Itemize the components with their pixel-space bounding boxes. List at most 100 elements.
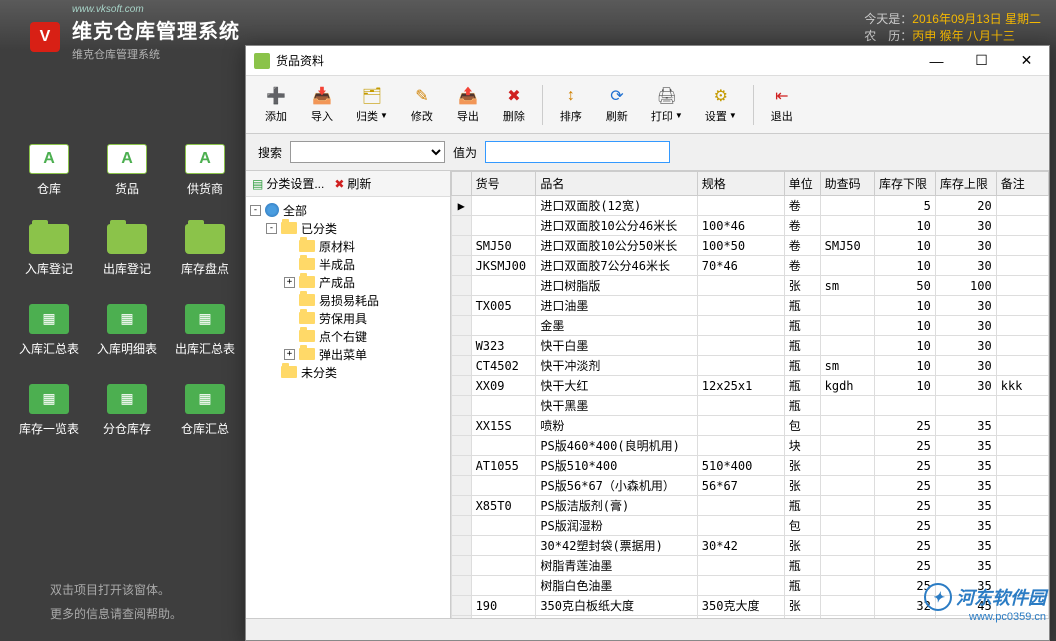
folder-icon bbox=[185, 224, 225, 254]
toolbar-归类-button[interactable]: 🗂归类▼ bbox=[346, 82, 398, 128]
titlebar[interactable]: 货品资料 — ☐ ✕ bbox=[246, 46, 1049, 76]
desktop-icon-入库汇总表[interactable]: 入库汇总表 bbox=[10, 290, 88, 370]
desktop-icon-供货商[interactable]: 供货商 bbox=[166, 130, 244, 210]
folder-icon bbox=[185, 144, 225, 174]
table-row[interactable]: JKSMJ00进口双面胶7公分46米长70*46卷1030 bbox=[452, 256, 1049, 276]
table-row[interactable]: 金墨瓶1030 bbox=[452, 316, 1049, 336]
table-row[interactable]: TX005进口油墨瓶1030 bbox=[452, 296, 1049, 316]
toolbar-修改-button[interactable]: ✎修改 bbox=[400, 82, 444, 128]
data-grid-pane[interactable]: 货号品名规格单位助查码库存下限库存上限备注▶进口双面胶(12宽)卷520进口双面… bbox=[451, 171, 1049, 618]
toolbar-导入-button[interactable]: 📥导入 bbox=[300, 82, 344, 128]
expand-icon[interactable]: + bbox=[284, 349, 295, 360]
table-row[interactable]: 树脂青莲油墨瓶2535 bbox=[452, 556, 1049, 576]
table-row[interactable]: PS版润湿粉包2535 bbox=[452, 516, 1049, 536]
window-title: 货品资料 bbox=[276, 52, 914, 69]
table-row[interactable]: XX15S喷粉包2535 bbox=[452, 416, 1049, 436]
tree-item-点个右键[interactable]: 点个右键 bbox=[246, 327, 450, 345]
folder-icon bbox=[185, 304, 225, 334]
table-row[interactable]: X85T0PS版洁版剂(膏)瓶2535 bbox=[452, 496, 1049, 516]
desktop-icon-出库汇总表[interactable]: 出库汇总表 bbox=[166, 290, 244, 370]
toolbar-刷新-button[interactable]: ⟳刷新 bbox=[595, 82, 639, 128]
删除-icon: ✖ bbox=[504, 86, 524, 106]
退出-icon: ⇤ bbox=[772, 86, 792, 106]
table-row[interactable]: 30*42塑封袋(票据用)30*42张2535 bbox=[452, 536, 1049, 556]
设置-icon: ⚙ bbox=[711, 86, 731, 106]
search-field-select[interactable] bbox=[290, 141, 445, 163]
desktop-icon-库存盘点[interactable]: 库存盘点 bbox=[166, 210, 244, 290]
导出-icon: 📤 bbox=[458, 86, 478, 106]
desktop-icon-库存一览表[interactable]: 库存一览表 bbox=[10, 370, 88, 450]
table-row[interactable]: 进口树脂版张sm50100 bbox=[452, 276, 1049, 296]
search-value-input[interactable] bbox=[485, 141, 670, 163]
tree-item-产成品[interactable]: +产成品 bbox=[246, 273, 450, 291]
tree-item-弹出菜单[interactable]: +弹出菜单 bbox=[246, 345, 450, 363]
goods-grid[interactable]: 货号品名规格单位助查码库存下限库存上限备注▶进口双面胶(12宽)卷520进口双面… bbox=[451, 171, 1049, 618]
desktop-icon-分仓库存[interactable]: 分仓库存 bbox=[88, 370, 166, 450]
folder-icon bbox=[29, 304, 69, 334]
table-row[interactable]: PS版56*67（小森机用）56*67张2535 bbox=[452, 476, 1049, 496]
search-bar: 搜索 值为 bbox=[246, 134, 1049, 170]
desktop-icon-入库明细表[interactable]: 入库明细表 bbox=[88, 290, 166, 370]
table-row[interactable]: SMJ50进口双面胶10公分50米长100*50卷SMJ501030 bbox=[452, 236, 1049, 256]
col-助查码[interactable]: 助查码 bbox=[820, 172, 874, 196]
desktop-icon-货品[interactable]: 货品 bbox=[88, 130, 166, 210]
toolbar-设置-button[interactable]: ⚙设置▼ bbox=[695, 82, 747, 128]
toolbar-退出-button[interactable]: ⇤退出 bbox=[760, 82, 804, 128]
tree-item-易损易耗品[interactable]: 易损易耗品 bbox=[246, 291, 450, 309]
toolbar-删除-button[interactable]: ✖删除 bbox=[492, 82, 536, 128]
folder-icon bbox=[299, 276, 315, 288]
table-row[interactable]: XX09快干大红12x25x1瓶kgdh1030kkk bbox=[452, 376, 1049, 396]
app-logo-icon: V bbox=[30, 22, 60, 52]
desktop-icon-入库登记[interactable]: 入库登记 bbox=[10, 210, 88, 290]
table-row[interactable]: ▶进口双面胶(12宽)卷520 bbox=[452, 196, 1049, 216]
col-规格[interactable]: 规格 bbox=[697, 172, 784, 196]
col-库存上限[interactable]: 库存上限 bbox=[935, 172, 996, 196]
category-settings-button[interactable]: ▤ 分类设置... bbox=[252, 175, 324, 192]
minimize-button[interactable]: — bbox=[914, 47, 959, 75]
table-row[interactable]: 进口双面胶10公分46米长100*46卷1030 bbox=[452, 216, 1049, 236]
col-单位[interactable]: 单位 bbox=[784, 172, 820, 196]
folder-icon bbox=[299, 240, 315, 252]
tree-item-原材料[interactable]: 原材料 bbox=[246, 237, 450, 255]
col-货号[interactable]: 货号 bbox=[471, 172, 536, 196]
tree-uncategorized[interactable]: 未分类 bbox=[246, 363, 450, 381]
value-label: 值为 bbox=[453, 144, 477, 161]
watermark: ✦ 河东软件园 www.pc0359.cn bbox=[924, 583, 1046, 611]
添加-icon: ➕ bbox=[266, 86, 286, 106]
tree-item-半成品[interactable]: 半成品 bbox=[246, 255, 450, 273]
table-row[interactable]: PS版460*400(良明机用)块2535 bbox=[452, 436, 1049, 456]
tree-root[interactable]: -全部 bbox=[246, 201, 450, 219]
table-row[interactable]: 快干黑墨瓶 bbox=[452, 396, 1049, 416]
table-row[interactable]: CT4502快干冲淡剂瓶sm1030 bbox=[452, 356, 1049, 376]
table-row[interactable]: W323快干白墨瓶1030 bbox=[452, 336, 1049, 356]
expand-icon[interactable]: + bbox=[284, 277, 295, 288]
toolbar-导出-button[interactable]: 📤导出 bbox=[446, 82, 490, 128]
col-品名[interactable]: 品名 bbox=[536, 172, 697, 196]
folder-icon bbox=[281, 366, 297, 378]
close-button[interactable]: ✕ bbox=[1004, 47, 1049, 75]
toolbar-添加-button[interactable]: ➕添加 bbox=[254, 82, 298, 128]
toolbar-排序-button[interactable]: ↕排序 bbox=[549, 82, 593, 128]
desktop-icon-出库登记[interactable]: 出库登记 bbox=[88, 210, 166, 290]
打印-icon: 🖨 bbox=[657, 86, 677, 106]
toolbar-打印-button[interactable]: 🖨打印▼ bbox=[641, 82, 693, 128]
search-label: 搜索 bbox=[258, 144, 282, 161]
maximize-button[interactable]: ☐ bbox=[959, 47, 1004, 75]
app-subtitle: 维克仓库管理系统 bbox=[72, 46, 240, 62]
col-备注[interactable]: 备注 bbox=[996, 172, 1048, 196]
vendor-url: www.vksoft.com bbox=[72, 4, 240, 15]
tree-item-劳保用具[interactable]: 劳保用具 bbox=[246, 309, 450, 327]
table-row[interactable]: AT1055PS版510*400510*400张2535 bbox=[452, 456, 1049, 476]
归类-icon: 🗂 bbox=[362, 86, 382, 106]
修改-icon: ✎ bbox=[412, 86, 432, 106]
desktop-icon-仓库汇总[interactable]: 仓库汇总 bbox=[166, 370, 244, 450]
tree-refresh-button[interactable]: ✖ 刷新 bbox=[334, 175, 371, 192]
expand-icon[interactable]: - bbox=[250, 205, 261, 216]
tree-categorized[interactable]: -已分类 bbox=[246, 219, 450, 237]
globe-icon bbox=[265, 203, 279, 217]
folder-icon bbox=[29, 144, 69, 174]
col-库存下限[interactable]: 库存下限 bbox=[874, 172, 935, 196]
expand-icon[interactable]: - bbox=[266, 223, 277, 234]
desktop-icon-仓库[interactable]: 仓库 bbox=[10, 130, 88, 210]
folder-icon bbox=[299, 348, 315, 360]
